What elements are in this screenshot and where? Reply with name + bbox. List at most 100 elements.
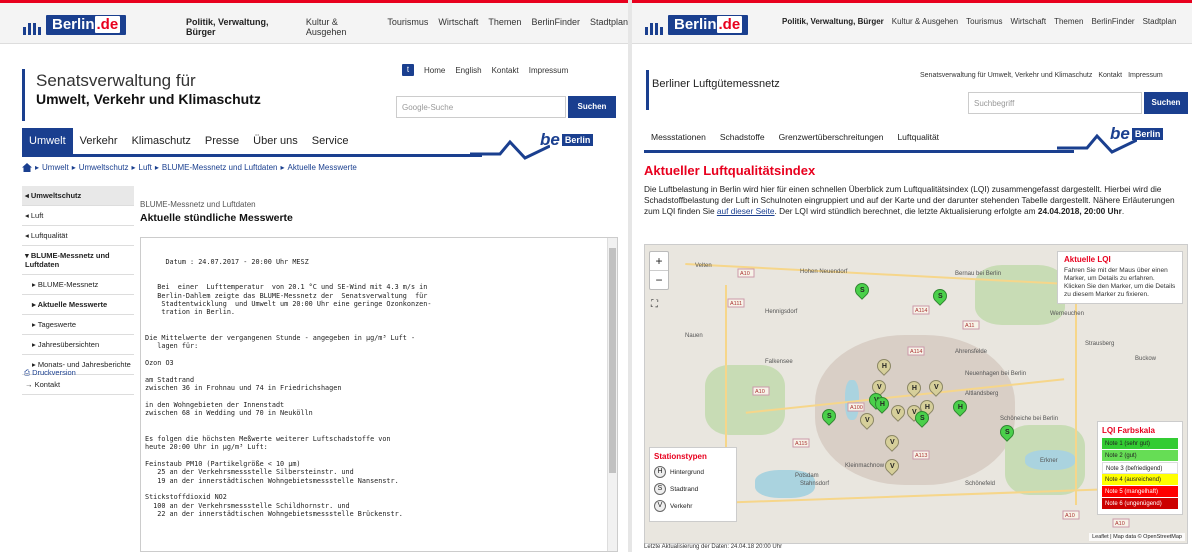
sidebar-item-blume-messnetz[interactable]: ▸ BLUME-Messnetz — [22, 275, 134, 295]
svg-text:A114: A114 — [910, 349, 922, 355]
search-button[interactable]: Suchen — [568, 96, 616, 118]
sidebar-item-tageswerte[interactable]: ▸ Tageswerte — [22, 315, 134, 335]
main-nav: Umwelt Verkehr Klimaschutz Presse Über u… — [22, 128, 355, 154]
nav-presse[interactable]: Presse — [198, 128, 246, 154]
gnav-tourismus[interactable]: Tourismus — [387, 17, 428, 37]
road-label: A111 — [727, 298, 745, 308]
lqi-map[interactable]: Velten Hohen Neuendorf Bernau bei Berlin He… — [644, 244, 1188, 544]
nav-schadstoffe[interactable]: Schadstoffe — [713, 124, 772, 150]
sidebar-item-aktuelle-messwerte[interactable]: ▸ Aktuelle Messwerte — [22, 295, 134, 315]
util-impressum-right[interactable]: Impressum — [1128, 72, 1163, 79]
crumb-messwerte[interactable]: Aktuelle Messwerte — [288, 163, 357, 172]
util-kontakt-right[interactable]: Kontakt — [1098, 72, 1122, 79]
sidebar-item-luft[interactable]: ◂ Luft — [22, 206, 134, 226]
sidebar-item-umweltschutz[interactable]: ◂ Umweltschutz — [22, 186, 134, 206]
road-label: A10 — [1112, 518, 1130, 528]
gnav-wirtschaft-right[interactable]: Wirtschaft — [1011, 17, 1047, 26]
station-marker-letter: V — [890, 462, 895, 470]
map-update-note: Letzte Aktualisierung der Daten: 24.04.1… — [644, 544, 783, 550]
nav-verkehr[interactable]: Verkehr — [73, 128, 125, 154]
twitter-icon[interactable]: t — [402, 64, 414, 76]
gnav-stadtplan-right[interactable]: Stadtplan — [1143, 17, 1177, 26]
legend-item-verkehr: V Verkehr — [654, 500, 732, 512]
lqi-info-box: Aktuelle LQI Fahren Sie mit der Maus übe… — [1057, 251, 1183, 304]
svg-text:A111: A111 — [730, 301, 742, 307]
crumb-luft[interactable]: Luft — [139, 163, 152, 172]
map-attribution[interactable]: Leaflet | Map data © OpenStreetMap — [1089, 533, 1185, 541]
place-label: Nauen — [685, 333, 703, 339]
header-accent — [22, 69, 25, 121]
nav-luftqualitaet[interactable]: Luftqualität — [890, 124, 946, 150]
place-label: Schönefeld — [965, 481, 995, 487]
print-link[interactable]: ⎙ Druckversion — [24, 368, 76, 378]
search-input-right[interactable]: Suchbegriff — [968, 92, 1142, 114]
scale-note-2: Note 2 (gut) — [1102, 450, 1178, 462]
report-scrollbar[interactable] — [607, 238, 617, 551]
nav-umwelt[interactable]: Umwelt — [22, 128, 73, 154]
station-marker-letter: H — [911, 384, 917, 392]
crumb-blume[interactable]: BLUME-Messnetz und Luftdaten — [162, 163, 278, 172]
util-impressum[interactable]: Impressum — [529, 66, 569, 75]
station-marker-letter: S — [920, 414, 925, 422]
sidebar-item-blume[interactable]: ▾ BLUME-Messnetz und Luftdaten — [22, 246, 134, 275]
crumb-umwelt[interactable]: Umwelt — [42, 163, 69, 172]
svg-text:A10: A10 — [1115, 521, 1125, 527]
gnav-tourismus-right[interactable]: Tourismus — [966, 17, 1002, 26]
page-header: Senatsverwaltung für Umwelt, Verkehr und… — [36, 71, 261, 108]
road-label: A114 — [907, 346, 925, 356]
gnav-kultur-right[interactable]: Kultur & Ausgehen — [892, 17, 958, 26]
gnav-wirtschaft[interactable]: Wirtschaft — [438, 17, 478, 37]
scale-note-5: Note 5 (mangelhaft) — [1102, 486, 1178, 498]
util-home[interactable]: Home — [424, 66, 445, 75]
sidebar-item-kontakt[interactable]: → Kontakt — [22, 375, 134, 395]
place-label: Bernau bei Berlin — [955, 271, 1001, 277]
left-topbar: Berlin .de Politik, Verwaltung, Bürger Ku… — [0, 0, 628, 44]
header-accent-right — [646, 70, 649, 110]
home-icon[interactable] — [22, 163, 32, 172]
search-input[interactable]: Google-Suche — [396, 96, 566, 118]
berlin-de-logo[interactable]: Berlin .de — [22, 12, 127, 38]
util-english[interactable]: English — [455, 66, 481, 75]
sidebar-item-luftqualitaet[interactable]: ◂ Luftqualität — [22, 226, 134, 246]
scroll-thumb[interactable] — [609, 248, 616, 473]
zoom-in-button[interactable]: + — [650, 252, 668, 271]
crumb-umweltschutz[interactable]: Umweltschutz — [79, 163, 129, 172]
station-marker-letter: S — [1005, 428, 1010, 436]
scale-note-4: Note 4 (ausreichend) — [1102, 474, 1178, 486]
gnav-berlinfinder-right[interactable]: BerlinFinder — [1091, 17, 1134, 26]
place-label: Werneuchen — [1050, 311, 1084, 317]
station-type-legend: Stationstypen H Hintergrund S Stadtrand V Ver… — [649, 447, 737, 522]
gnav-themen-right[interactable]: Themen — [1054, 17, 1083, 26]
gnav-themen[interactable]: Themen — [488, 17, 521, 37]
gnav-kultur[interactable]: Kultur & Ausgehen — [306, 17, 378, 37]
station-marker-letter: V — [865, 416, 870, 424]
fullscreen-icon[interactable]: ⛶ — [651, 299, 658, 310]
lqi-info-link[interactable]: auf dieser Seite — [717, 206, 775, 216]
gnav-berlinfinder[interactable]: BerlinFinder — [531, 17, 580, 37]
nav-grenzwerte[interactable]: Grenzwertüberschreitungen — [772, 124, 891, 150]
gnav-politik-right[interactable]: Politik, Verwaltung, Bürger — [782, 17, 884, 26]
report-frame[interactable]: Datum : 24.07.2017 - 20:00 Uhr MESZ Bei … — [140, 237, 618, 552]
gnav-stadtplan[interactable]: Stadtplan — [590, 17, 628, 37]
place-label: Strausberg — [1085, 341, 1114, 347]
nav-service[interactable]: Service — [305, 128, 356, 154]
utility-links: t Home English Kontakt Impressum — [402, 64, 568, 76]
util-senatsverwaltung[interactable]: Senatsverwaltung für Umwelt, Verkehr und… — [920, 72, 1092, 79]
gnav-politik[interactable]: Politik, Verwaltung, Bürger — [186, 17, 296, 37]
nav-ueber-uns[interactable]: Über uns — [246, 128, 305, 154]
main-nav-right: Messstationen Schadstoffe Grenzwertübers… — [644, 124, 946, 150]
brandenburg-gate-icon — [22, 15, 44, 35]
utility-links-right: Senatsverwaltung für Umwelt, Verkehr und… — [920, 72, 1163, 79]
lightning-line — [470, 139, 550, 160]
berlin-de-logo-right[interactable]: Berlin .de — [644, 12, 749, 38]
zoom-out-button[interactable]: − — [650, 271, 668, 289]
nav-messstationen[interactable]: Messstationen — [644, 124, 713, 150]
util-kontakt[interactable]: Kontakt — [492, 66, 519, 75]
road-label: A115 — [792, 438, 810, 448]
lqi-color-scale: LQI Farbskala Note 1 (sehr gut) Note 2 (g… — [1097, 421, 1183, 515]
place-label: Hohen Neuendorf — [800, 269, 848, 275]
nav-klimaschutz[interactable]: Klimaschutz — [125, 128, 198, 154]
sidebar-item-jahresuebersichten[interactable]: ▸ Jahresübersichten — [22, 335, 134, 355]
brandenburg-gate-icon — [644, 15, 666, 35]
search-button-right[interactable]: Suchen — [1144, 92, 1188, 114]
